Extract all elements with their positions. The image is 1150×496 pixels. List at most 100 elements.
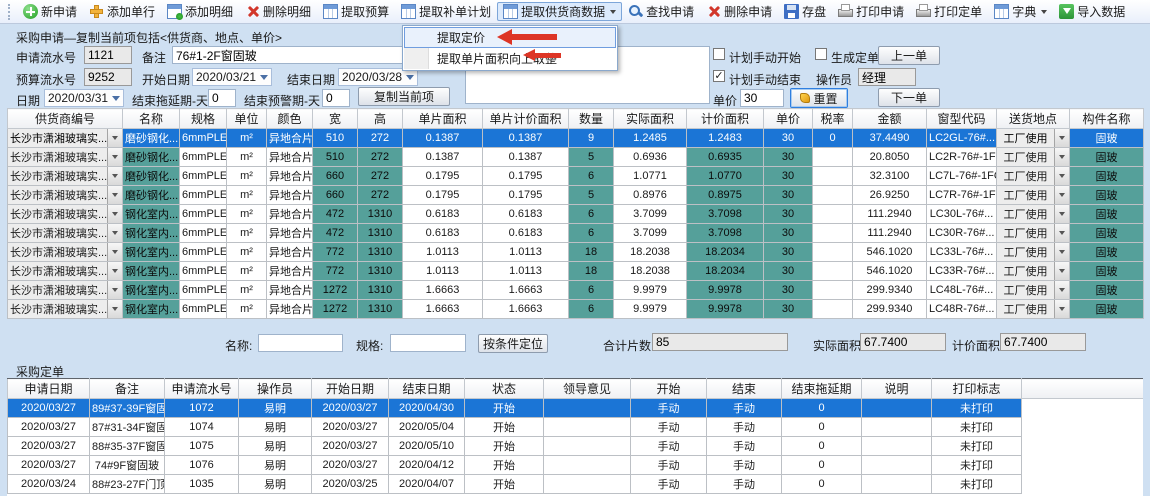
locate-button[interactable]: 按条件定位 — [478, 334, 548, 353]
detail-cell[interactable]: 30 — [764, 186, 813, 205]
detail-cell[interactable]: 0.1387 — [403, 148, 483, 167]
detail-cell[interactable]: 3.7099 — [614, 224, 687, 243]
order-cell[interactable] — [862, 399, 932, 418]
order-cell[interactable] — [862, 437, 932, 456]
detail-cell[interactable]: 6mmPLE... — [180, 262, 227, 281]
order-cell[interactable]: 易明 — [239, 399, 312, 418]
detail-cell[interactable]: 1.2483 — [687, 129, 764, 148]
detail-cell[interactable]: 0.1387 — [403, 129, 483, 148]
detail-cell[interactable]: 660 — [313, 186, 358, 205]
order-cell[interactable]: 74#9F窗固玻 — [90, 456, 165, 475]
detail-cell[interactable]: 异地合片 — [267, 148, 313, 167]
order-cell[interactable]: 开始 — [465, 399, 544, 418]
detail-cell[interactable]: 472 — [313, 205, 358, 224]
detail-cell[interactable]: 异地合片 — [267, 167, 313, 186]
toolbar-find-request-button[interactable]: 查找申请 — [622, 2, 700, 21]
toolbar-add-row-button[interactable]: 添加单行 — [83, 2, 161, 21]
order-cell[interactable] — [544, 475, 631, 494]
delivery-combo-cell[interactable]: 工厂使用 — [997, 205, 1070, 224]
order-cell[interactable]: 88#35-37F窗固玻 — [90, 437, 165, 456]
order-row[interactable]: 2020/03/2787#31-34F窗固玻1074易明2020/03/2720… — [8, 418, 1144, 437]
detail-row[interactable]: 长沙市潇湘玻璃实...磨砂钢化...6mmPLE...m²异地合片6602720… — [8, 167, 1144, 186]
detail-cell[interactable]: 772 — [313, 262, 358, 281]
detail-cell[interactable]: 异地合片 — [267, 300, 313, 319]
detail-cell[interactable]: 0.8975 — [687, 186, 764, 205]
delivery-combo-cell[interactable]: 工厂使用 — [997, 300, 1070, 319]
order-cell[interactable]: 0 — [782, 399, 862, 418]
chevron-down-icon[interactable] — [1054, 186, 1069, 204]
order-cell[interactable]: 手动 — [631, 418, 707, 437]
detail-row[interactable]: 长沙市潇湘玻璃实...钢化室内...6mmPLE...m²异地合片1272131… — [8, 281, 1144, 300]
detail-cell[interactable]: 固玻 — [1070, 167, 1144, 186]
detail-cell[interactable]: m² — [227, 205, 267, 224]
remark-input[interactable] — [172, 46, 437, 64]
detail-cell[interactable]: 异地合片 — [267, 262, 313, 281]
detail-cell[interactable]: 异地合片 — [267, 186, 313, 205]
order-cell[interactable]: 2020/03/27 — [8, 418, 90, 437]
detail-cell[interactable]: 钢化室内... — [123, 205, 180, 224]
detail-cell[interactable]: 6mmPLE... — [180, 205, 227, 224]
detail-cell[interactable]: 1272 — [313, 300, 358, 319]
order-cell[interactable]: 手动 — [631, 399, 707, 418]
detail-cell[interactable] — [813, 262, 853, 281]
order-cell[interactable]: 手动 — [631, 456, 707, 475]
order-cell[interactable]: 1074 — [165, 418, 239, 437]
detail-cell[interactable]: 18 — [569, 243, 614, 262]
detail-cell[interactable]: 磨砂钢化... — [123, 129, 180, 148]
detail-cell[interactable]: 6 — [569, 300, 614, 319]
detail-cell[interactable]: 299.9340 — [853, 281, 927, 300]
date-picker[interactable]: 2020/03/31 — [44, 89, 124, 107]
generate-order-checkbox[interactable] — [815, 48, 827, 60]
detail-cell[interactable]: 0.6935 — [687, 148, 764, 167]
chevron-down-icon[interactable] — [107, 148, 122, 166]
delivery-combo-cell[interactable]: 工厂使用 — [997, 281, 1070, 300]
detail-cell[interactable]: 固玻 — [1070, 243, 1144, 262]
detail-cell[interactable]: 6mmPLE... — [180, 243, 227, 262]
detail-cell[interactable]: LC48R-76#... — [927, 300, 997, 319]
detail-cell[interactable]: m² — [227, 167, 267, 186]
toolbar-delete-request-button[interactable]: 删除申请 — [700, 2, 778, 21]
chevron-down-icon[interactable] — [1054, 205, 1069, 223]
toolbar-extract-budget-button[interactable]: 提取预算 — [317, 2, 395, 21]
detail-cell[interactable]: 固玻 — [1070, 224, 1144, 243]
detail-cell[interactable]: 异地合片 — [267, 281, 313, 300]
serial-input[interactable] — [84, 46, 132, 64]
detail-row[interactable]: 长沙市潇湘玻璃实...钢化室内...6mmPLE...m²异地合片1272131… — [8, 300, 1144, 319]
delivery-combo-cell[interactable]: 工厂使用 — [997, 243, 1070, 262]
delivery-combo-cell[interactable]: 工厂使用 — [997, 262, 1070, 281]
detail-cell[interactable]: 1.6663 — [403, 281, 483, 300]
order-cell[interactable]: 1075 — [165, 437, 239, 456]
detail-cell[interactable]: 772 — [313, 243, 358, 262]
detail-cell[interactable]: 18 — [569, 262, 614, 281]
supplier-combo-cell[interactable]: 长沙市潇湘玻璃实... — [8, 300, 123, 319]
chevron-down-icon[interactable] — [107, 186, 122, 204]
order-cell[interactable]: 2020/03/27 — [8, 399, 90, 418]
detail-cell[interactable]: 5 — [569, 148, 614, 167]
toolbar-print-order-button[interactable]: 打印定单 — [910, 2, 988, 21]
detail-cell[interactable]: 18.2038 — [614, 262, 687, 281]
detail-cell[interactable]: 固玻 — [1070, 205, 1144, 224]
order-cell[interactable]: 手动 — [631, 437, 707, 456]
detail-cell[interactable]: 472 — [313, 224, 358, 243]
toolbar-dictionary-button[interactable]: 字典 — [988, 2, 1053, 21]
supplier-combo-cell[interactable]: 长沙市潇湘玻璃实... — [8, 167, 123, 186]
order-cell[interactable]: 2020/03/27 — [8, 456, 90, 475]
order-cell[interactable]: 易明 — [239, 437, 312, 456]
detail-cell[interactable]: 1310 — [358, 243, 403, 262]
delivery-combo-cell[interactable]: 工厂使用 — [997, 186, 1070, 205]
detail-row[interactable]: 长沙市潇湘玻璃实...钢化室内...6mmPLE...m²异地合片7721310… — [8, 262, 1144, 281]
detail-cell[interactable]: 固玻 — [1070, 262, 1144, 281]
detail-cell[interactable]: 26.9250 — [853, 186, 927, 205]
detail-cell[interactable]: 6mmPLE... — [180, 148, 227, 167]
chevron-down-icon[interactable] — [1054, 167, 1069, 185]
delay-input[interactable] — [208, 89, 236, 107]
order-cell[interactable]: 手动 — [707, 418, 782, 437]
detail-cell[interactable]: 1.6663 — [403, 300, 483, 319]
toolbar-print-request-button[interactable]: 打印申请 — [832, 2, 910, 21]
order-cell[interactable]: 开始 — [465, 418, 544, 437]
chevron-down-icon[interactable] — [1054, 262, 1069, 280]
order-cell[interactable]: 手动 — [631, 475, 707, 494]
manual-start-checkbox[interactable] — [713, 48, 725, 60]
detail-cell[interactable]: m² — [227, 300, 267, 319]
detail-row[interactable]: 长沙市潇湘玻璃实...磨砂钢化...6mmPLE...m²异地合片5102720… — [8, 148, 1144, 167]
